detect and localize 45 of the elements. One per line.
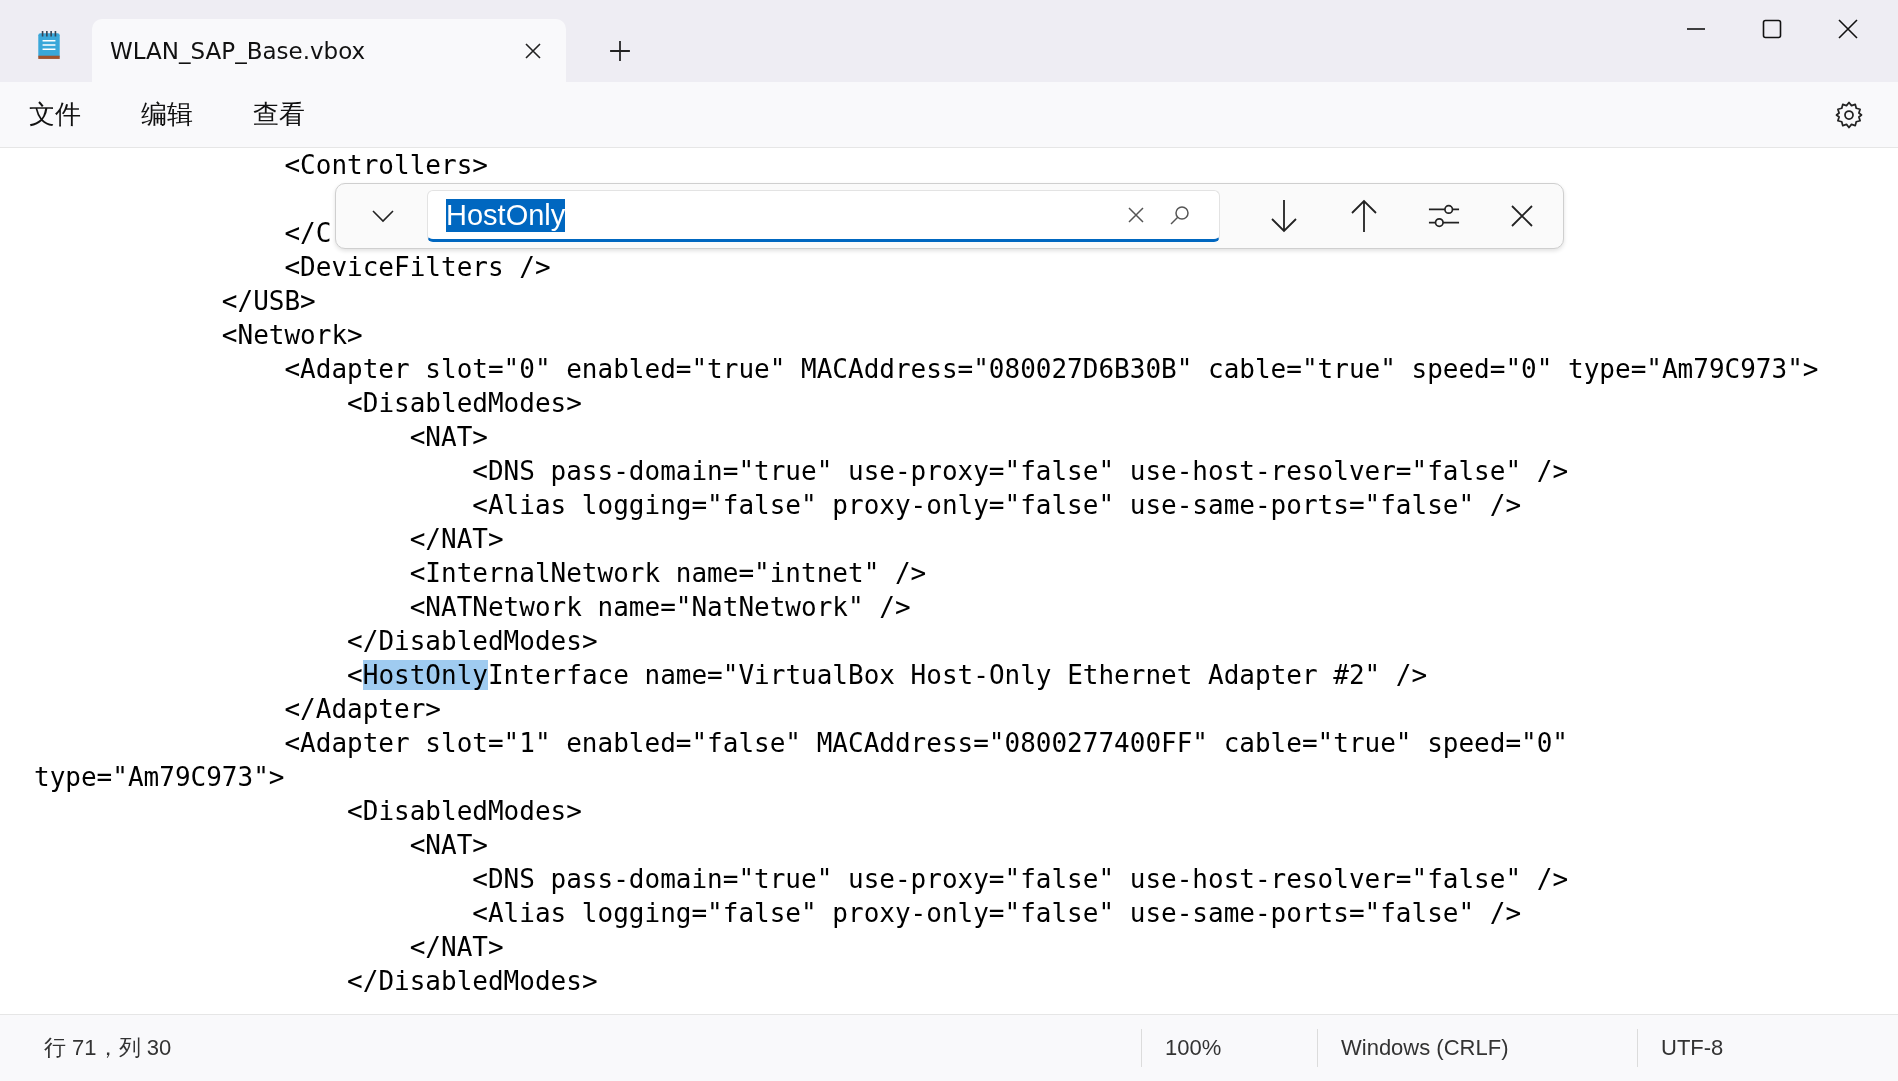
code-text: <NAT> [408, 422, 488, 452]
search-field[interactable]: HostOnly [427, 190, 1220, 242]
code-text: </Adapter> [283, 694, 441, 724]
clear-icon[interactable] [1127, 206, 1145, 224]
code-text: </USB> [220, 286, 316, 316]
file-tab[interactable]: WLAN_SAP_Base.vbox [92, 19, 566, 82]
code-text: </DisabledModes> [346, 966, 598, 996]
code-text: </DisabledModes> [346, 626, 598, 656]
cursor-position: 行 71，列 30 [44, 1034, 172, 1062]
menu-item[interactable]: 文件 [29, 97, 81, 132]
code-text: <InternalNetwork name="intnet" /> [408, 558, 927, 588]
encoding: UTF-8 [1661, 1035, 1724, 1061]
code-text: <Network> [220, 320, 363, 350]
code-text: <DisabledModes> [346, 388, 582, 418]
settings-icon[interactable] [1834, 99, 1864, 130]
code-text: <Alias logging="false" proxy-only="false" use-same-ports="false" /> [471, 490, 1522, 520]
code-text: <NATNetwork name="NatNetwork" /> [408, 592, 911, 622]
zoom-level: 100% [1165, 1035, 1222, 1061]
tab-title: WLAN_SAP_Base.vbox [110, 37, 367, 64]
line-ending: Windows (CRLF) [1341, 1035, 1509, 1061]
arrow-down-icon[interactable] [1268, 199, 1300, 233]
code-text: <DeviceFilters /> [283, 252, 551, 282]
code-text: </NAT> [408, 524, 504, 554]
code-text: <Alias logging="false" proxy-only="false" use-same-ports="false" /> [471, 898, 1522, 928]
code-text: <NAT> [408, 830, 488, 860]
close-icon[interactable] [1510, 204, 1534, 228]
menu-item[interactable]: 查看 [253, 97, 305, 132]
search-icon[interactable] [1169, 204, 1191, 226]
code-text: </C [283, 218, 332, 248]
close-icon[interactable] [524, 41, 542, 60]
code-text: <Controllers> [283, 150, 488, 180]
code-text: < [346, 660, 363, 690]
code-text: <DNS pass-domain="true" use-proxy="false" use-host-resolver="false" /> [471, 456, 1569, 486]
code-text: <DisabledModes> [346, 796, 582, 826]
code-text: </NAT> [408, 932, 504, 962]
search-query: HostOnly [446, 198, 566, 232]
code-text: <Adapter slot="0" enabled="true" MACAddress="080027D6B30B" cable="true" speed="0" type="Am79C973"> [283, 354, 1819, 384]
menu-item[interactable]: 编辑 [141, 97, 193, 132]
code-text: <Adapter slot="1" enabled="false" MACAddress="0800277400FF" cable="true" speed="0" type="Am79C973"> [34, 728, 1570, 792]
chevron-down-icon[interactable] [371, 209, 395, 223]
plus-icon[interactable] [609, 40, 631, 62]
search-match: HostOnly [362, 660, 488, 690]
code-text: Interface name="VirtualBox Host-Only Ethernet Adapter #2" /> [487, 660, 1428, 690]
code-text: <DNS pass-domain="true" use-proxy="false" use-host-resolver="false" /> [471, 864, 1569, 894]
notepad-icon [36, 30, 62, 60]
